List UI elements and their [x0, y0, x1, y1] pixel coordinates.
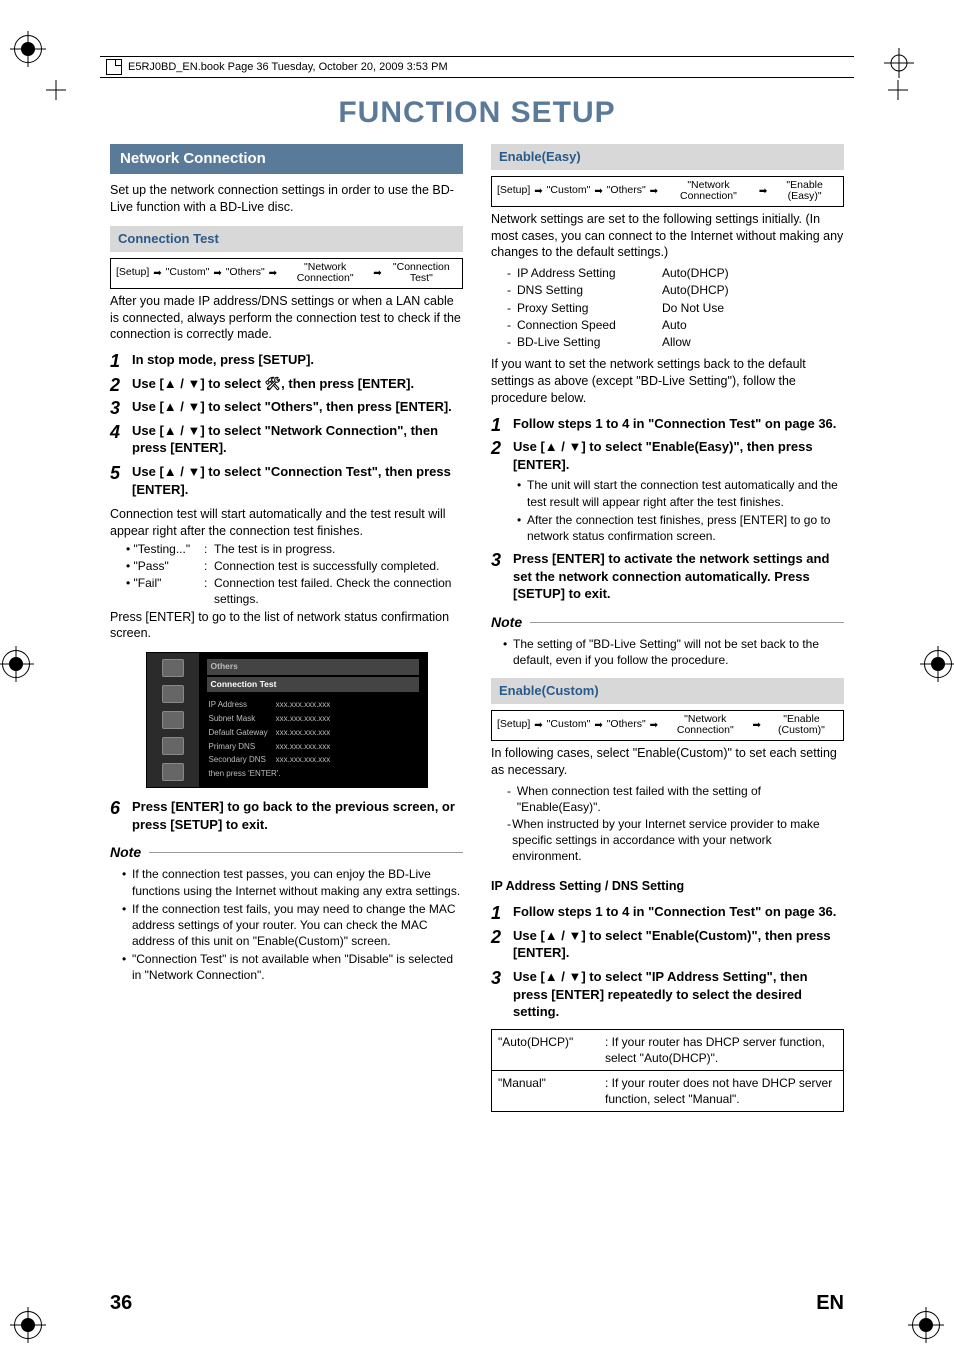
path-step: [Setup]: [497, 719, 530, 731]
path-step: [Setup]: [116, 267, 149, 279]
crop-mark-icon: [888, 80, 908, 105]
left-column: Network Connection Set up the network co…: [110, 144, 463, 1291]
reg-mark-icon: [2, 650, 30, 678]
easy-intro: Network settings are set to the followin…: [491, 211, 844, 262]
custom-cases: -When connection test failed with the se…: [491, 783, 844, 865]
sub-bullet: After the connection test finishes, pres…: [517, 512, 844, 544]
path-step: "Custom": [547, 719, 591, 731]
note-item: The setting of "BD-Live Setting" will no…: [503, 636, 844, 668]
page-number: 36: [110, 1292, 132, 1315]
path-step: "Others": [226, 267, 265, 279]
step-3: Use [▲ / ▼] to select "IP Address Settin…: [491, 968, 844, 1021]
custom-intro: In following cases, select "Enable(Custo…: [491, 745, 844, 779]
osd-bar: Others: [207, 659, 419, 674]
subsection-enable-easy: Enable(Easy): [491, 144, 844, 170]
table-row: "Auto(DHCP)" : If your router has DHCP s…: [492, 1029, 844, 1070]
subsection-connection-test: Connection Test: [110, 226, 463, 252]
osd-bar: Connection Test: [207, 677, 419, 692]
test-intro: Connection test will start automatically…: [110, 506, 463, 540]
book-header: E5RJ0BD_EN.book Page 36 Tuesday, October…: [100, 56, 854, 78]
step-4: Use [▲ / ▼] to select "Network Connectio…: [110, 422, 463, 457]
right-column: Enable(Easy) [Setup]➡ "Custom"➡ "Others"…: [491, 144, 844, 1291]
note-heading: Note: [491, 613, 844, 632]
reg-mark-icon: [924, 650, 952, 678]
table-cell: : If your router has DHCP server functio…: [599, 1029, 844, 1070]
reg-mark-icon: [14, 1311, 42, 1339]
table-cell: : If your router does not have DHCP serv…: [599, 1070, 844, 1111]
path-step: "Network Connection": [662, 180, 755, 203]
note-item: "Connection Test" is not available when …: [122, 951, 463, 983]
book-header-text: E5RJ0BD_EN.book Page 36 Tuesday, October…: [128, 61, 448, 73]
easy-back-text: If you want to set the network settings …: [491, 356, 844, 407]
osd-icon: [162, 685, 184, 703]
path-step: "Connection Test": [386, 262, 457, 285]
table-row: "Manual" : If your router does not have …: [492, 1070, 844, 1111]
path-step: "Enable (Custom)": [765, 714, 838, 737]
sub-bullet: The unit will start the connection test …: [517, 477, 844, 509]
osd-icon: [162, 737, 184, 755]
step-1: Follow steps 1 to 4 in "Connection Test"…: [491, 415, 844, 433]
step-6: Press [ENTER] to go back to the previous…: [110, 798, 463, 833]
intro-text: Set up the network connection settings i…: [110, 182, 463, 216]
menu-path-enable-custom: [Setup]➡ "Custom"➡ "Others"➡ "Network Co…: [491, 710, 844, 741]
crop-mark-icon: [884, 48, 914, 83]
subsection-enable-custom: Enable(Custom): [491, 678, 844, 704]
step-1: Follow steps 1 to 4 in "Connection Test"…: [491, 903, 844, 921]
after-path-text: After you made IP address/DNS settings o…: [110, 293, 463, 344]
osd-icon: [162, 659, 184, 677]
page: E5RJ0BD_EN.book Page 36 Tuesday, October…: [0, 0, 954, 1351]
path-step: "Custom": [547, 185, 591, 197]
step-6-list: Press [ENTER] to go back to the previous…: [110, 798, 463, 833]
osd-table: IP Addressxxx.xxx.xxx.xxx Subnet Maskxxx…: [207, 698, 339, 783]
page-icon: [106, 59, 122, 75]
step-2: Use [▲ / ▼] to select 🛠, then press [ENT…: [110, 375, 463, 393]
osd-icon: [162, 711, 184, 729]
step-2: Use [▲ / ▼] to select "Enable(Easy)", th…: [491, 438, 844, 544]
osd-icon: [162, 763, 184, 781]
connection-test-steps: In stop mode, press [SETUP]. Use [▲ / ▼]…: [110, 351, 463, 498]
note-list: The setting of "BD-Live Setting" will no…: [491, 636, 844, 668]
path-step: "Others": [607, 719, 646, 731]
note-item: If the connection test passes, you can e…: [122, 866, 463, 898]
path-step: "Others": [607, 185, 646, 197]
enable-easy-steps: Follow steps 1 to 4 in "Connection Test"…: [491, 415, 844, 603]
path-step: "Network Connection": [281, 262, 369, 285]
step-1: In stop mode, press [SETUP].: [110, 351, 463, 369]
step-3: Press [ENTER] to activate the network se…: [491, 550, 844, 603]
step-2: Use [▲ / ▼] to select "Enable(Custom)", …: [491, 927, 844, 962]
path-step: "Enable (Easy)": [771, 180, 838, 203]
press-enter-list: Press [ENTER] to go to the list of netwo…: [110, 609, 463, 643]
content: FUNCTION SETUP Network Connection Set up…: [110, 90, 844, 1291]
path-step: "Custom": [166, 267, 210, 279]
note-list: If the connection test passes, you can e…: [110, 866, 463, 983]
crop-mark-icon: [46, 80, 66, 105]
note-item: If the connection test fails, you may ne…: [122, 901, 463, 950]
section-network-connection: Network Connection: [110, 144, 463, 174]
reg-mark-icon: [912, 1311, 940, 1339]
osd-sidebar: [147, 653, 199, 787]
page-footer: 36 EN: [110, 1292, 844, 1315]
default-settings: -IP Address SettingAuto(DHCP) -DNS Setti…: [491, 265, 844, 350]
table-cell: "Manual": [492, 1070, 600, 1111]
page-lang: EN: [816, 1292, 844, 1315]
table-cell: "Auto(DHCP)": [492, 1029, 600, 1070]
ip-setting-table: "Auto(DHCP)" : If your router has DHCP s…: [491, 1029, 844, 1113]
menu-path-enable-easy: [Setup]➡ "Custom"➡ "Others"➡ "Network Co…: [491, 176, 844, 207]
enable-custom-steps: Follow steps 1 to 4 in "Connection Test"…: [491, 903, 844, 1020]
step-3: Use [▲ / ▼] to select "Others", then pre…: [110, 398, 463, 416]
path-step: [Setup]: [497, 185, 530, 197]
page-title: FUNCTION SETUP: [110, 96, 844, 130]
reg-mark-icon: [14, 35, 42, 63]
test-status-list: • "Testing...":The test is in progress. …: [110, 541, 463, 608]
step-5: Use [▲ / ▼] to select "Connection Test",…: [110, 463, 463, 498]
note-heading: Note: [110, 843, 463, 862]
ipdns-heading: IP Address Setting / DNS Setting: [491, 878, 844, 895]
osd-screenshot: Others Connection Test IP Addressxxx.xxx…: [146, 652, 428, 788]
path-step: "Network Connection": [662, 714, 748, 737]
menu-path-connection-test: [Setup]➡ "Custom"➡ "Others"➡ "Network Co…: [110, 258, 463, 289]
